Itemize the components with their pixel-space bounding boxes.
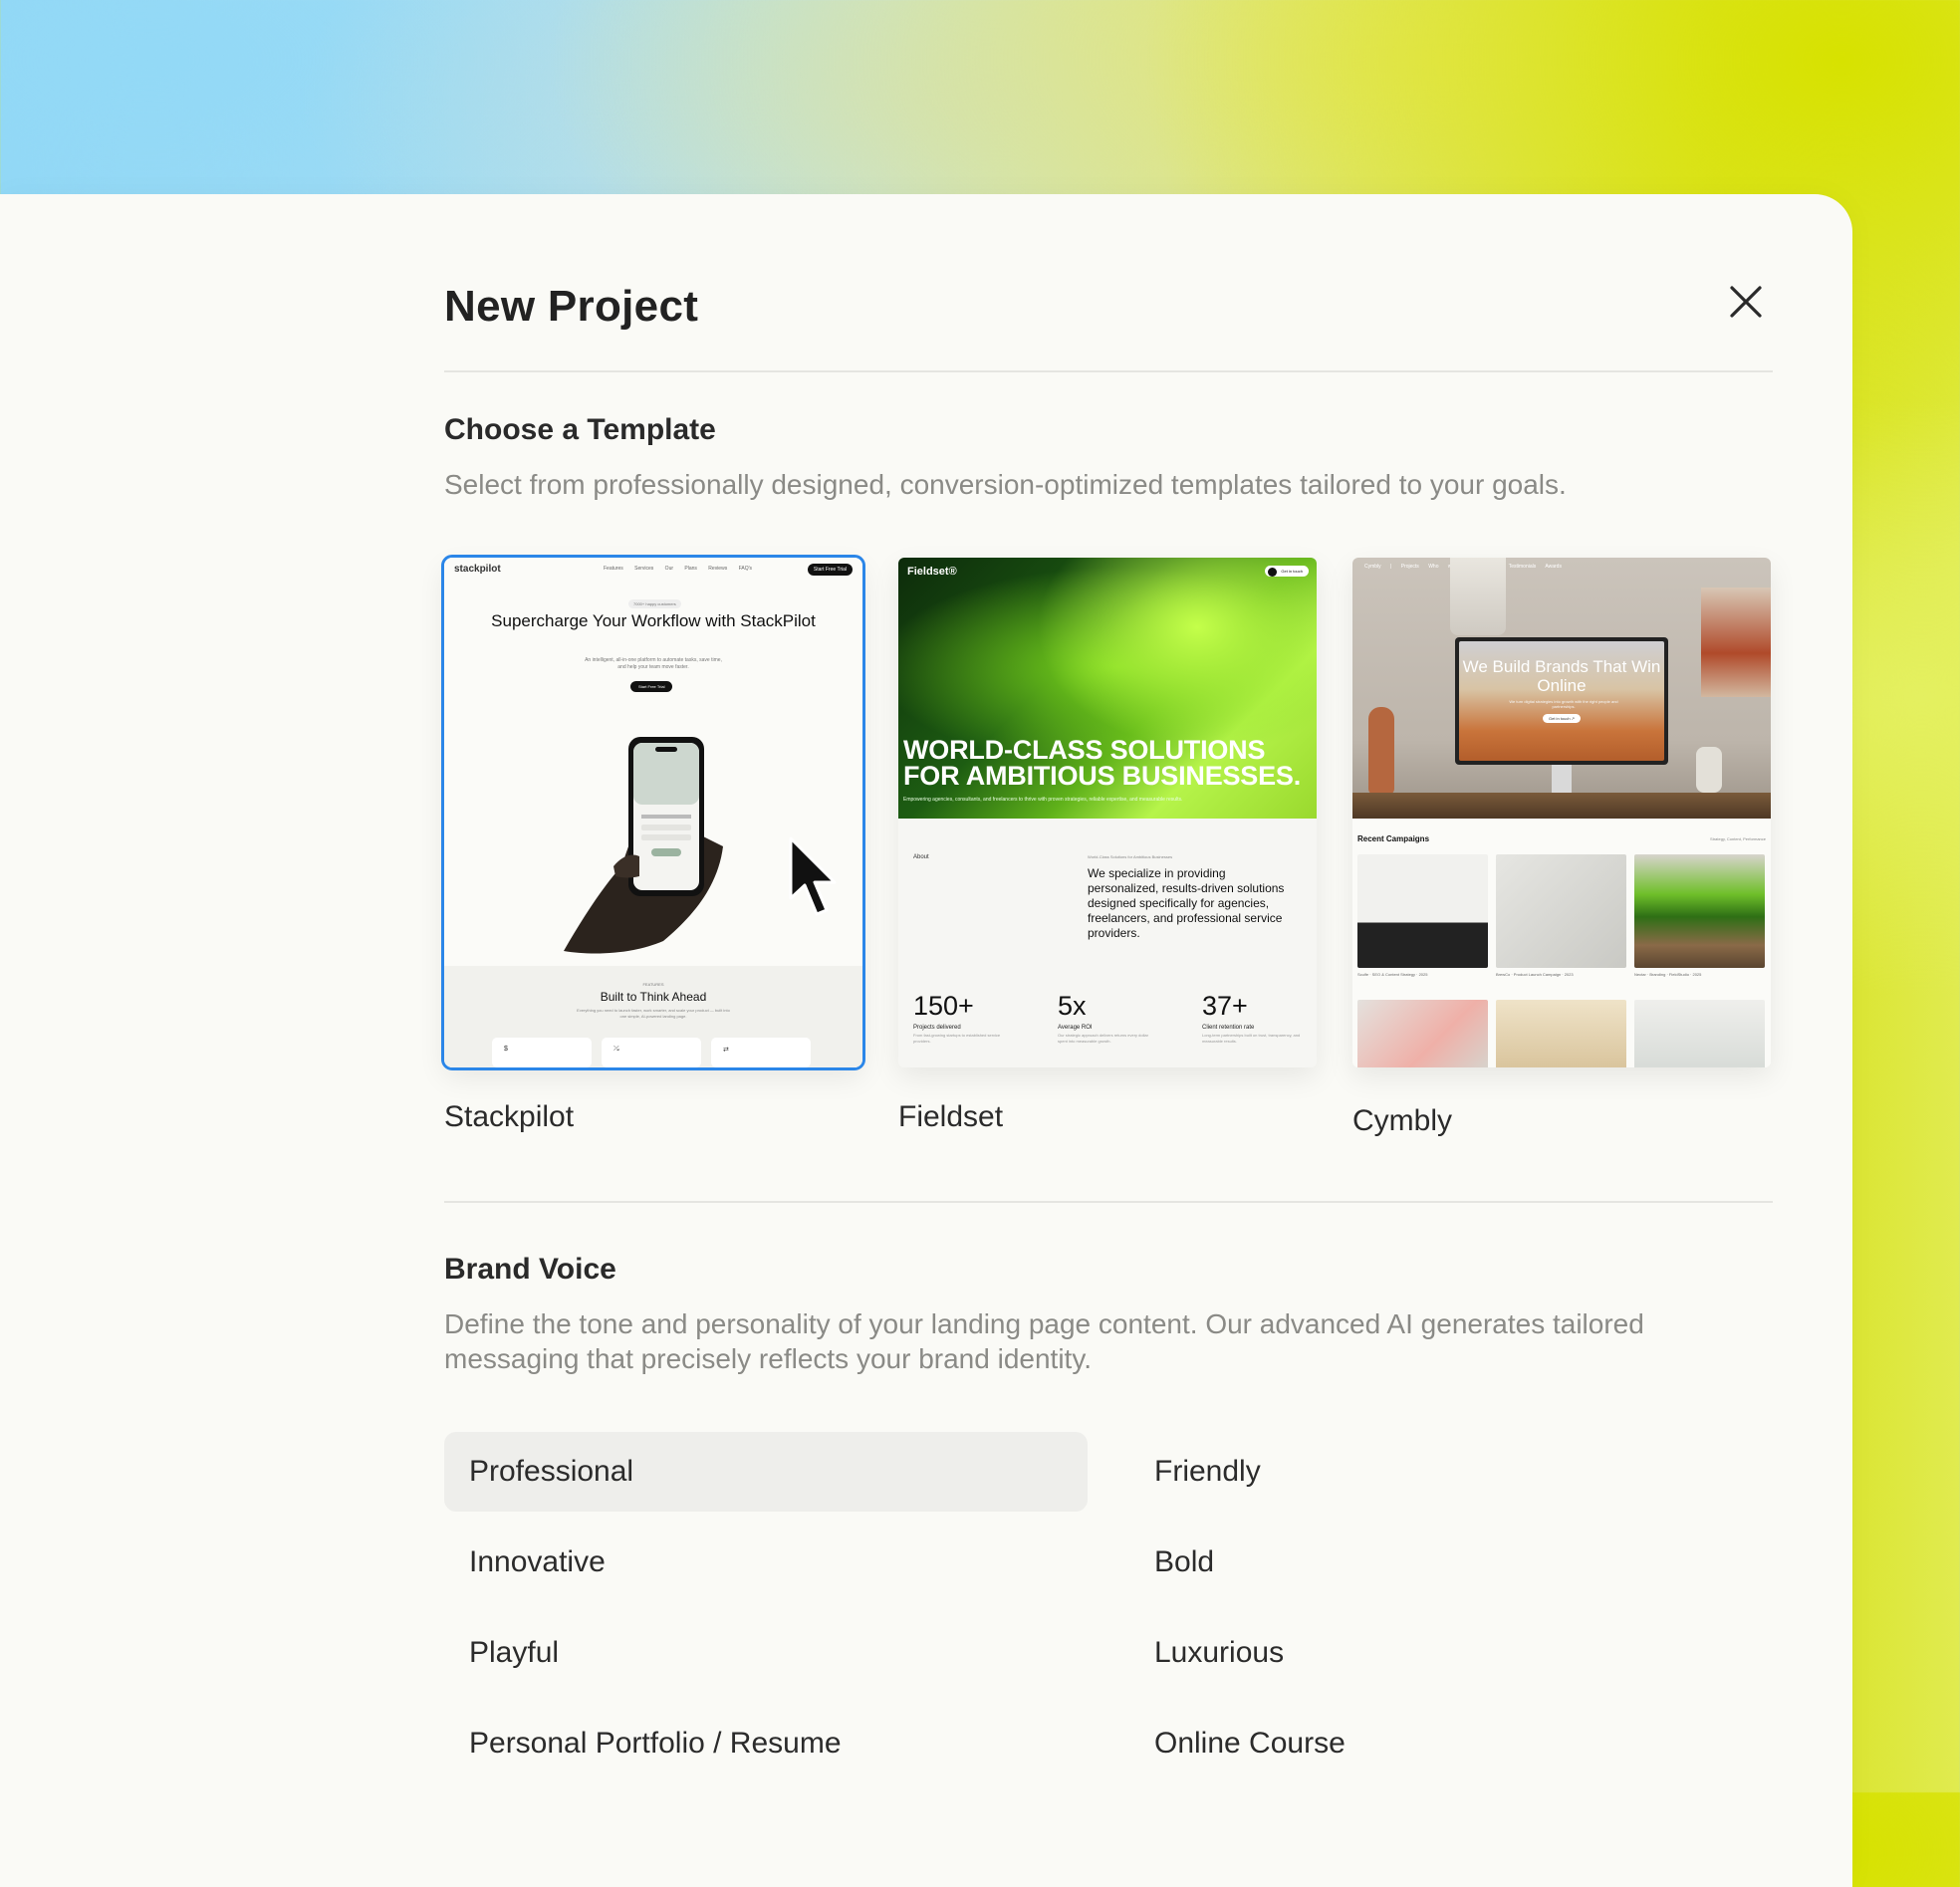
stackpilot-headline: Supercharge Your Workflow with StackPilo… <box>491 611 816 630</box>
voice-option-luxurious[interactable]: Luxurious <box>1129 1613 1773 1693</box>
template-section-title: Choose a Template <box>444 413 716 446</box>
voice-option-innovative[interactable]: Innovative <box>444 1523 1088 1602</box>
cymbly-screen-button: Get in touch ↗ <box>1543 714 1582 723</box>
cymbly-recent-meta: Strategy, Content, Performance <box>1710 836 1766 841</box>
fieldset-tagline: Empowering agencies, consultants, and fr… <box>903 797 1183 803</box>
brand-voice-title: Brand Voice <box>444 1253 616 1286</box>
feature-card: ⇄ <box>711 1038 811 1067</box>
voice-option-playful[interactable]: Playful <box>444 1613 1088 1693</box>
stat-label: Client retention rate <box>1202 1025 1255 1031</box>
stackpilot-features-tag: FEATURES <box>642 982 664 987</box>
cymbly-hero: Cymbly | Projects Who we are Services Te… <box>1352 558 1771 819</box>
fieldset-stat: 150+ Projects delivered From fast-growin… <box>913 991 1013 1045</box>
campaign-caption: Nectar · Branding · FieldStudio · 2025 <box>1634 972 1702 977</box>
campaign-caption: BrewCo · Product Launch Campaign · 2023 <box>1496 972 1574 977</box>
fieldset-about-label: About <box>913 854 929 860</box>
cymbly-recent-label: Recent Campaigns <box>1357 834 1430 843</box>
stackpilot-nav-cta: Start Free Trial <box>807 564 853 576</box>
stackpilot-preview: stackpilot Features Services Our Plans R… <box>444 558 862 1067</box>
fieldset-preview: Fieldset® Get in touch WORLD-CLASS SOLUT… <box>898 558 1317 1067</box>
new-project-dialog: New Project Choose a Template Select fro… <box>0 194 1852 1887</box>
template-section-description: Select from professionally designed, con… <box>444 469 1567 500</box>
phone-in-hand-illustration <box>564 737 723 954</box>
cymbly-screen-headline: We Build Brands That Win Online <box>1462 657 1661 695</box>
template-card-stackpilot[interactable]: stackpilot Features Services Our Plans R… <box>441 555 865 1070</box>
template-card-fieldset[interactable]: Fieldset® Get in touch WORLD-CLASS SOLUT… <box>898 558 1317 1067</box>
stat-desc: Long-term partnerships built on trust, t… <box>1202 1033 1301 1044</box>
section-divider <box>444 1201 1773 1203</box>
campaign-caption: Sculfe · SEO & Content Strategy · 2025 <box>1357 972 1428 977</box>
voice-option-bold[interactable]: Bold <box>1129 1523 1773 1602</box>
stackpilot-features-desc: Everything you need to launch faster, wo… <box>577 1008 730 1019</box>
stat-value: 150+ <box>913 991 974 1021</box>
fieldset-about-text: We specialize in providing personalized,… <box>1088 866 1285 940</box>
voice-option-online-course[interactable]: Online Course <box>1129 1704 1773 1783</box>
campaign-thumbnail <box>1634 1000 1765 1067</box>
campaign-thumbnail <box>1357 854 1488 968</box>
painting-illustration <box>1701 588 1771 697</box>
stat-label: Projects delivered <box>913 1025 961 1031</box>
campaign-thumbnail <box>1496 1000 1626 1067</box>
stat-value: 37+ <box>1202 991 1248 1021</box>
stat-desc: Our strategic approach delivers returns … <box>1058 1033 1148 1044</box>
desk-illustration <box>1352 793 1771 819</box>
fieldset-about-mini: World-Class Solutions for Ambitious Busi… <box>1088 854 1173 859</box>
voice-option-professional[interactable]: Professional <box>444 1432 1088 1512</box>
cymbly-screen-sub: We turn digital strategies into growth w… <box>1509 699 1618 709</box>
campaign-thumbnail <box>1357 1000 1488 1067</box>
stackpilot-features-title: Built to Think Ahead <box>600 990 707 1004</box>
template-name-cymbly: Cymbly <box>1352 1104 1453 1137</box>
stackpilot-nav-links: Features Services Our Plans Reviews FAQ'… <box>604 566 753 572</box>
lamp-illustration <box>1450 558 1506 635</box>
voice-option-friendly[interactable]: Friendly <box>1129 1432 1773 1512</box>
stackpilot-logo: stackpilot <box>454 564 501 575</box>
campaign-thumbnail <box>1634 854 1765 968</box>
fieldset-hero: Fieldset® Get in touch WORLD-CLASS SOLUT… <box>898 558 1317 819</box>
campaign-thumbnail <box>1496 854 1626 968</box>
voice-option-personal-portfolio[interactable]: Personal Portfolio / Resume <box>444 1704 1088 1783</box>
fieldset-brand: Fieldset® <box>907 566 957 578</box>
vase-illustration <box>1696 747 1722 793</box>
template-name-stackpilot: Stackpilot <box>444 1100 575 1133</box>
stackpilot-pill: 7000+ happy customers <box>628 599 681 608</box>
fieldset-stat: 37+ Client retention rate Long-term part… <box>1202 991 1302 1045</box>
mouse-pointer-icon <box>789 836 837 916</box>
stackpilot-hero-button: Start Free Trial <box>630 681 673 692</box>
fieldset-headline: WORLD-CLASS SOLUTIONS FOR AMBITIOUS BUSI… <box>903 735 1302 791</box>
fieldset-touch-button: Get in touch <box>1265 566 1309 577</box>
stat-desc: From fast-growing startups to establishe… <box>913 1033 1001 1044</box>
stat-label: Average ROI <box>1058 1025 1093 1031</box>
template-card-cymbly[interactable]: Cymbly | Projects Who we are Services Te… <box>1352 558 1771 1067</box>
fieldset-stat: 5x Average ROI Our strategic approach de… <box>1058 991 1157 1045</box>
template-name-fieldset: Fieldset <box>898 1100 1004 1133</box>
header-divider <box>444 370 1773 372</box>
feature-card: $ <box>492 1038 592 1067</box>
dialog-title: New Project <box>444 282 699 331</box>
cymbly-preview: Cymbly | Projects Who we are Services Te… <box>1352 558 1771 1067</box>
feature-card: ⤯ <box>602 1038 701 1067</box>
close-button[interactable] <box>1718 274 1774 330</box>
stat-value: 5x <box>1058 991 1087 1021</box>
close-icon <box>1730 286 1762 318</box>
stackpilot-subtext: An intelligent, all-in-one platform to a… <box>585 657 722 670</box>
brand-voice-description: Define the tone and personality of your … <box>444 1308 1644 1374</box>
vase-illustration <box>1368 707 1394 795</box>
monitor-illustration: We Build Brands That Win Online We turn … <box>1455 637 1668 765</box>
